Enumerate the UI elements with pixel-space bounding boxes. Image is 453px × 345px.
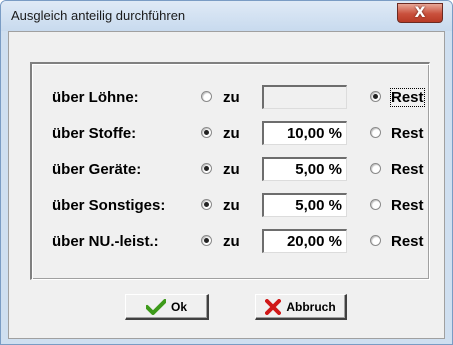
zu-label[interactable]: zu <box>223 197 240 214</box>
percent-input[interactable]: 20,00 % <box>262 229 347 253</box>
cancel-button[interactable]: Abbruch <box>255 294 347 320</box>
dialog-window: Ausgleich anteilig durchführen X über Lö… <box>0 0 453 345</box>
title-bar[interactable]: Ausgleich anteilig durchführen X <box>1 1 452 31</box>
rest-label[interactable]: Rest <box>391 233 424 250</box>
checkmark-icon <box>145 298 166 315</box>
close-button[interactable]: X <box>397 3 443 23</box>
close-icon: X <box>414 5 426 21</box>
row-label: über NU.-leist.: <box>52 233 159 250</box>
percent-input[interactable]: 5,00 % <box>262 193 347 217</box>
rest-label[interactable]: Rest <box>391 197 424 214</box>
ok-label: Ok <box>170 299 187 314</box>
row-label: über Sonstiges: <box>52 197 166 214</box>
row-nu-leist: über NU.-leist.: zu 20,00 % Rest <box>32 229 429 255</box>
zu-radio[interactable] <box>201 127 212 138</box>
zu-label[interactable]: zu <box>223 233 240 250</box>
row-label: über Löhne: <box>52 89 139 106</box>
zu-radio[interactable] <box>201 163 212 174</box>
row-stoffe: über Stoffe: zu 10,00 % Rest <box>32 121 429 147</box>
red-x-icon <box>265 298 282 315</box>
rest-label[interactable]: Rest <box>390 88 425 107</box>
window-title: Ausgleich anteilig durchführen <box>11 8 186 23</box>
rest-radio[interactable] <box>370 199 381 210</box>
row-label: über Stoffe: <box>52 125 137 142</box>
row-label: über Geräte: <box>52 161 142 178</box>
row-sonstiges: über Sonstiges: zu 5,00 % Rest <box>32 193 429 219</box>
rest-label[interactable]: Rest <box>391 125 424 142</box>
rest-radio[interactable] <box>370 163 381 174</box>
zu-radio[interactable] <box>201 235 212 246</box>
rest-radio[interactable] <box>370 235 381 246</box>
zu-radio[interactable] <box>201 199 212 210</box>
row-geraete: über Geräte: zu 5,00 % Rest <box>32 157 429 183</box>
row-loehne: über Löhne: zu Rest <box>32 85 429 111</box>
zu-label[interactable]: zu <box>223 89 240 106</box>
rest-radio[interactable] <box>370 127 381 138</box>
distribution-groupbox: über Löhne: zu Rest über Stoffe: zu 10,0… <box>30 62 430 280</box>
ok-button[interactable]: Ok <box>125 294 209 320</box>
percent-input[interactable]: 10,00 % <box>262 121 347 145</box>
dialog-body: über Löhne: zu Rest über Stoffe: zu 10,0… <box>8 31 445 339</box>
percent-input[interactable] <box>262 85 347 109</box>
zu-label[interactable]: zu <box>223 125 240 142</box>
rest-label[interactable]: Rest <box>391 161 424 178</box>
rest-radio[interactable] <box>370 91 381 102</box>
zu-radio[interactable] <box>201 91 212 102</box>
cancel-label: Abbruch <box>286 299 336 314</box>
zu-label[interactable]: zu <box>223 161 240 178</box>
percent-input[interactable]: 5,00 % <box>262 157 347 181</box>
